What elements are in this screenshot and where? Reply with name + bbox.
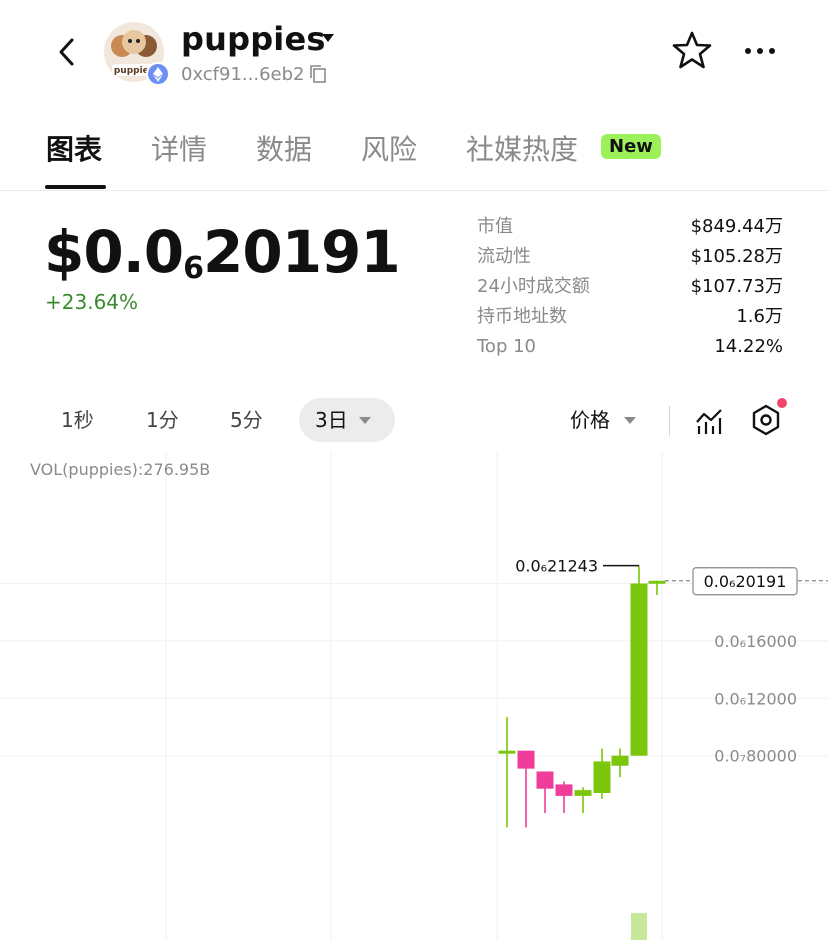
tab-data[interactable]: 数据 [256,128,312,168]
candle-body [593,761,611,794]
candlestick-chart[interactable]: 0.0₆200000.0₆160000.0₆120000.0₇800000.0₆… [0,452,828,940]
price-type-select[interactable]: 价格 [570,398,636,442]
stat-top10: Top 10 14.22% [477,336,783,357]
more-options-icon[interactable] [742,38,778,64]
divider [669,406,670,436]
token-name[interactable]: puppies [181,20,326,58]
stat-liquidity: 流动性 $105.28万 [477,246,783,267]
contract-address: 0xcf91...6eb2 [181,64,305,85]
caret-down-icon [624,417,636,424]
token-dropdown-icon[interactable] [322,34,334,42]
copy-icon[interactable] [309,64,327,84]
candle-body [536,771,554,789]
tab-social-heat[interactable]: 社媒热度 [466,128,578,168]
indicator-chart-icon[interactable] [694,404,724,436]
chart-settings-icon[interactable] [750,403,782,437]
tab-bar: 图表 详情 数据 风险 社媒热度 New [0,128,828,191]
candle-body [611,755,629,766]
timeframe-1s[interactable]: 1秒 [61,398,94,442]
tab-risk[interactable]: 风险 [361,128,417,168]
ethereum-chain-icon [146,62,170,86]
volume-label: VOL(puppies):276.95B [30,460,211,479]
volume-bar [631,913,647,940]
current-price-label: 0.0₆20191 [704,572,787,591]
timeframe-1m[interactable]: 1分 [146,398,179,442]
stat-24h-volume: 24小时成交额 $107.73万 [477,276,783,297]
token-stats: 市值 $849.44万 流动性 $105.28万 24小时成交额 $107.73万 持… [477,212,783,362]
y-tick-label: 0.0₇80000 [714,747,797,766]
new-badge: New [601,134,661,159]
stat-market-cap: 市值 $849.44万 [477,216,783,237]
y-tick-label: 0.0₆12000 [714,689,797,708]
candle-body [498,750,516,754]
y-tick-label: 0.0₆16000 [714,632,797,651]
back-button[interactable] [52,34,84,70]
timeframe-3d[interactable]: 3日 [299,398,395,442]
timeframe-5m[interactable]: 5分 [230,398,263,442]
candle-body [648,580,666,584]
caret-down-icon [359,417,371,424]
active-tab-indicator [45,185,106,189]
notification-dot [777,398,787,408]
tab-details[interactable]: 详情 [151,128,207,168]
chevron-left-icon [59,38,74,66]
favorite-star-icon[interactable] [672,30,712,70]
tab-chart[interactable]: 图表 [46,128,102,168]
stat-holders: 持币地址数 1.6万 [477,306,783,327]
candle-body [517,750,535,769]
candle-body [574,790,592,796]
current-price: $0.0620191 [44,218,401,286]
candle-body [630,583,648,756]
candle-body [555,784,573,796]
high-marker-label: 0.0₆21243 [515,557,598,576]
price-change: +23.64% [45,290,139,314]
